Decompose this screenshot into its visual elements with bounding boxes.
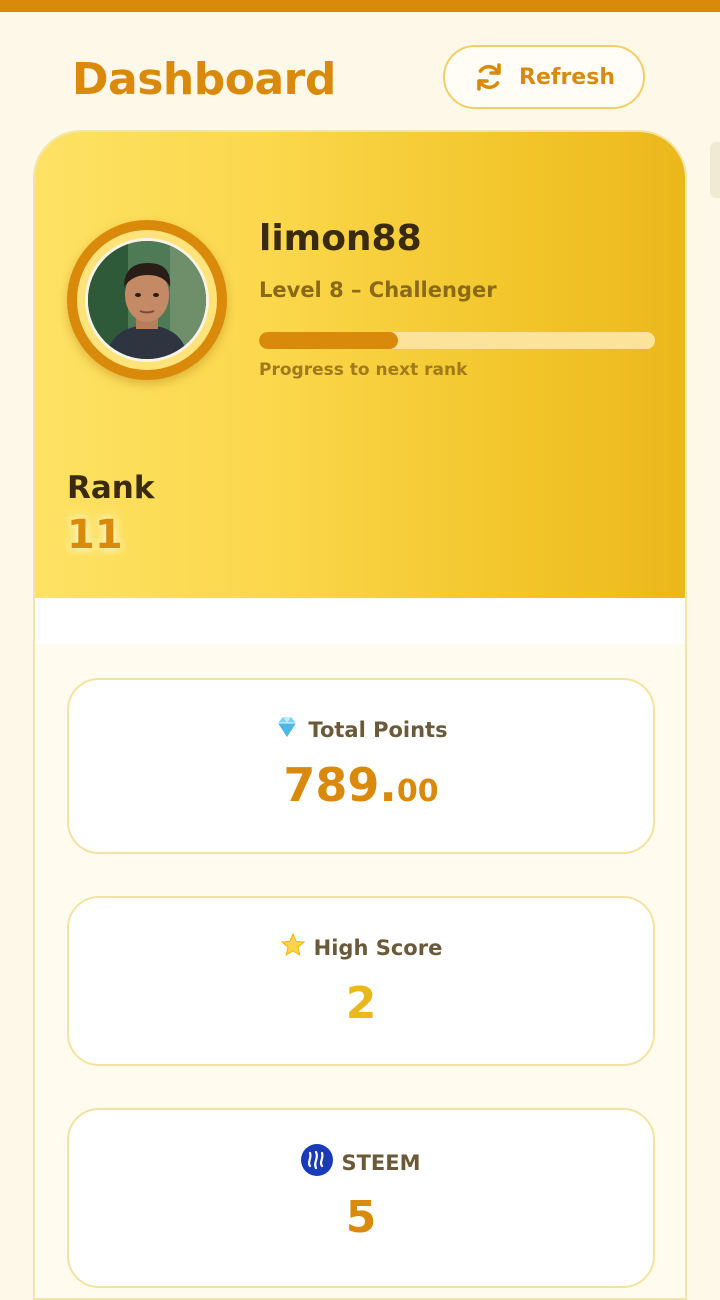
username: limon88 xyxy=(259,218,422,259)
rank-value: 11 xyxy=(67,512,123,558)
top-accent-bar xyxy=(0,0,720,12)
steem-value: 5 xyxy=(345,1192,377,1243)
steem-logo-icon xyxy=(301,1144,334,1181)
high-score-label: High Score xyxy=(313,935,443,960)
total-points-value: 789.00 xyxy=(283,758,439,812)
avatar[interactable] xyxy=(85,238,209,362)
progress-label: Progress to next rank xyxy=(259,360,468,380)
page-title: Dashboard xyxy=(72,54,336,105)
star-icon xyxy=(280,932,306,963)
steem-card: STEEM 5 xyxy=(67,1108,655,1288)
steem-label: STEEM xyxy=(341,1150,421,1175)
diamond-icon xyxy=(274,714,300,745)
total-points-card: Total Points 789.00 xyxy=(67,678,655,854)
high-score-value: 2 xyxy=(345,978,377,1029)
scrollbar[interactable] xyxy=(710,142,720,198)
high-score-card: High Score 2 xyxy=(67,896,655,1066)
level-text: Level 8 – Challenger xyxy=(259,278,497,302)
rank-progress-fill xyxy=(259,332,398,349)
refresh-label: Refresh xyxy=(519,64,615,90)
profile-card: limon88 Level 8 – Challenger Progress to… xyxy=(33,130,687,1300)
total-points-label: Total Points xyxy=(308,717,448,742)
profile-hero: limon88 Level 8 – Challenger Progress to… xyxy=(35,132,685,598)
refresh-button[interactable]: Refresh xyxy=(443,45,645,109)
dashboard-page: Dashboard Refresh limon88 Level 8 – Chal… xyxy=(0,12,720,1300)
rank-progress-bar xyxy=(259,332,655,349)
refresh-icon xyxy=(473,61,505,93)
avatar-frame xyxy=(67,220,227,380)
hero-divider xyxy=(35,598,685,644)
rank-label: Rank xyxy=(67,470,155,506)
